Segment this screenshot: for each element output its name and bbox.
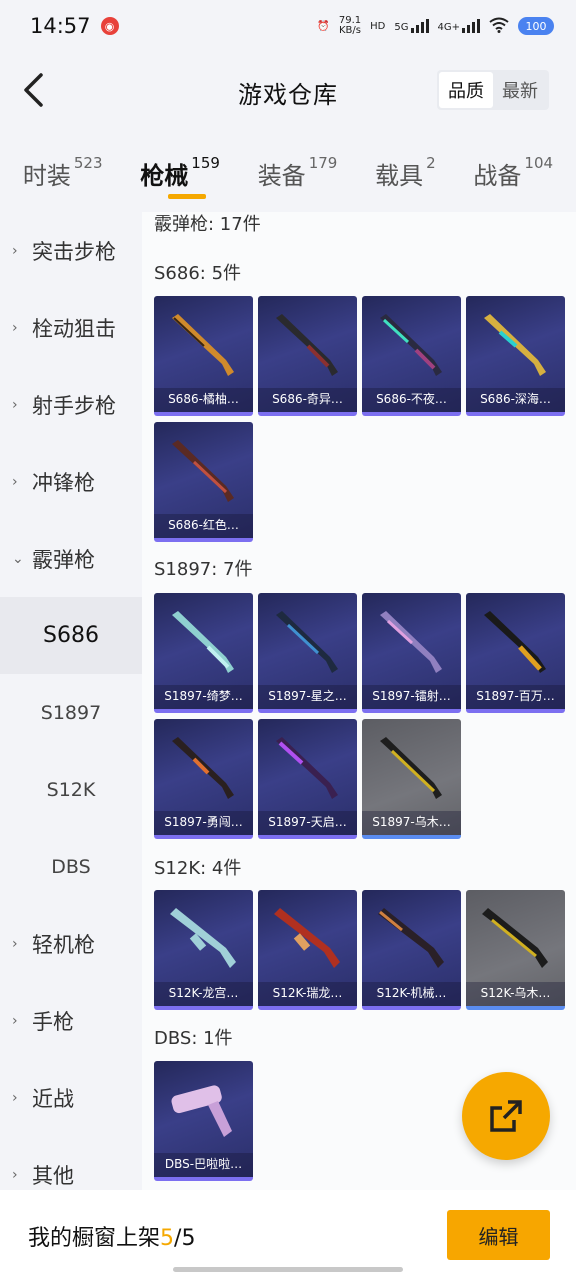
weapon-card[interactable]: S686-奇异… xyxy=(258,296,357,416)
edit-button[interactable]: 编辑 xyxy=(447,1210,550,1260)
grid-s686: S686-橘柚… S686-奇异… S686-不夜… S686-深海… S686… xyxy=(154,296,576,542)
section-title-dbs: DBS: 1件 xyxy=(154,1028,233,1049)
rifle-image-icon xyxy=(170,908,236,968)
shotgun-image-icon xyxy=(172,611,234,673)
section-title-s1897: S1897: 7件 xyxy=(154,559,253,580)
shotgun-image-icon xyxy=(380,611,442,673)
chevron-right-icon: › xyxy=(12,1166,18,1183)
chevron-right-icon: › xyxy=(12,1012,18,1029)
sidebar-item-pistol[interactable]: › 手枪 xyxy=(0,982,142,1059)
signal-4g: 4G+ xyxy=(438,19,480,33)
weapon-card[interactable]: S686-橘柚… xyxy=(154,296,253,416)
shotgun-image-icon xyxy=(172,440,234,502)
sidebar-subitem-s12k[interactable]: S12K xyxy=(0,751,142,828)
weapon-card[interactable]: S1897-镭射… xyxy=(362,593,461,713)
sidebar-item-shotgun[interactable]: ⌄ 霰弹枪 xyxy=(0,520,142,597)
weapon-card[interactable]: S686-红色… xyxy=(154,422,253,542)
sidebar-item-bolt-sniper[interactable]: › 栓动狙击 xyxy=(0,289,142,366)
signal-5g: 5G xyxy=(394,19,429,33)
rifle-image-icon xyxy=(274,908,340,968)
showcase-bar: 我的橱窗上架5/5 编辑 xyxy=(0,1190,576,1280)
grid-s1897: S1897-绮梦… S1897-星之… S1897-镭射… S1897-百万… … xyxy=(154,593,576,839)
tab-vehicles[interactable]: 载具 2 xyxy=(375,140,436,206)
shotgun-image-icon xyxy=(172,314,234,376)
weapon-card[interactable]: S12K-瑞龙… xyxy=(258,890,357,1010)
tab-supplies[interactable]: 战备 104 xyxy=(473,140,553,206)
weapon-card[interactable]: S1897-星之… xyxy=(258,593,357,713)
weapon-type-sidebar: › 突击步枪 › 栓动狙击 › 射手步枪 › 冲锋枪 ⌄ 霰弹枪 S686 S1897 S… xyxy=(0,212,142,1192)
weapon-card[interactable]: S1897-绮梦… xyxy=(154,593,253,713)
shotgun-image-icon xyxy=(276,737,338,799)
shotgun-image-icon xyxy=(172,737,234,799)
shotgun-image-icon xyxy=(380,314,442,376)
sidebar-subitem-s1897[interactable]: S1897 xyxy=(0,674,142,751)
sort-quality-button[interactable]: 品质 xyxy=(439,72,493,108)
section-title-s686: S686: 5件 xyxy=(154,263,242,284)
chevron-right-icon: › xyxy=(12,242,18,259)
sidebar-subitem-dbs[interactable]: DBS xyxy=(0,828,142,905)
showcase-label: 我的橱窗上架5/5 xyxy=(28,1226,196,1251)
weapon-card[interactable]: S1897-乌木… xyxy=(362,719,461,839)
weapon-card[interactable]: S1897-勇闯… xyxy=(154,719,253,839)
sidebar-subitem-s686[interactable]: S686 xyxy=(0,597,142,674)
shotgun-image-icon xyxy=(380,737,442,799)
chevron-right-icon: › xyxy=(12,319,18,336)
shotgun-image-icon xyxy=(276,314,338,376)
battery-indicator: 100 xyxy=(518,17,554,35)
back-arrow-icon xyxy=(24,73,43,107)
status-bar: 14:57 ◉ ⏰ 79.1 KB/s HD 5G 4G+ 100 xyxy=(0,0,576,52)
chevron-right-icon: › xyxy=(12,473,18,490)
alarm-icon: ⏰ xyxy=(317,20,330,32)
wifi-icon xyxy=(489,17,509,36)
chevron-right-icon: › xyxy=(12,1089,18,1106)
weapon-card[interactable]: S12K-龙宫… xyxy=(154,890,253,1010)
weapon-card[interactable]: S1897-百万… xyxy=(466,593,565,713)
sidebar-item-assault-rifle[interactable]: › 突击步枪 xyxy=(0,212,142,289)
weapon-card[interactable]: S1897-天启… xyxy=(258,719,357,839)
page-title: 游戏仓库 xyxy=(238,80,338,109)
sidebar-item-marksman-rifle[interactable]: › 射手步枪 xyxy=(0,366,142,443)
back-button[interactable] xyxy=(14,70,54,110)
category-tabs: 时装 523 枪械 159 装备 179 载具 2 战备 104 xyxy=(0,140,576,206)
header: 游戏仓库 品质 最新 xyxy=(0,52,576,132)
shotgun-image-icon xyxy=(484,611,546,673)
section-title-s12k: S12K: 4件 xyxy=(154,858,242,879)
signal-bars-icon xyxy=(410,19,429,33)
shotgun-image-icon xyxy=(484,314,546,376)
status-time: 14:57 xyxy=(30,14,91,38)
weapon-list[interactable]: 霰弹枪: 17件 S686: 5件 S686-橘柚… S686-奇异… S686… xyxy=(142,212,576,1192)
app-notification-icon: ◉ xyxy=(100,17,119,35)
chevron-right-icon: › xyxy=(12,935,18,952)
tab-fashion[interactable]: 时装 523 xyxy=(23,140,103,206)
sidebar-item-lmg[interactable]: › 轻机枪 xyxy=(0,905,142,982)
grid-s12k: S12K-龙宫… S12K-瑞龙… S12K-机械… S12K-乌木… xyxy=(154,890,576,1010)
chevron-down-icon: ⌄ xyxy=(12,550,24,567)
shotgun-image-icon xyxy=(171,1085,232,1137)
network-speed: 79.1 KB/s xyxy=(338,15,362,36)
active-tab-indicator xyxy=(168,194,207,199)
shotgun-image-icon xyxy=(276,611,338,673)
sort-toggle: 品质 最新 xyxy=(437,70,549,110)
rifle-image-icon xyxy=(482,908,548,968)
hd-icon: HD xyxy=(370,20,386,32)
share-button[interactable] xyxy=(462,1072,550,1160)
sidebar-item-smg[interactable]: › 冲锋枪 xyxy=(0,443,142,520)
sidebar-item-melee[interactable]: › 近战 xyxy=(0,1059,142,1136)
sort-newest-button[interactable]: 最新 xyxy=(493,72,547,108)
rifle-image-icon xyxy=(378,908,444,968)
weapon-card[interactable]: DBS-巴啦啦… xyxy=(154,1061,253,1181)
weapon-card[interactable]: S12K-机械… xyxy=(362,890,461,1010)
weapon-card[interactable]: S686-深海… xyxy=(466,296,565,416)
weapon-card[interactable]: S12K-乌木… xyxy=(466,890,565,1010)
share-icon xyxy=(490,1100,522,1132)
signal-bars-icon xyxy=(462,19,480,33)
chevron-right-icon: › xyxy=(12,396,18,413)
category-header: 霰弹枪: 17件 xyxy=(154,214,261,235)
weapon-card[interactable]: S686-不夜… xyxy=(362,296,461,416)
tab-firearms[interactable]: 枪械 159 xyxy=(140,140,220,206)
home-indicator[interactable] xyxy=(173,1267,403,1272)
tab-equipment[interactable]: 装备 179 xyxy=(258,140,338,206)
